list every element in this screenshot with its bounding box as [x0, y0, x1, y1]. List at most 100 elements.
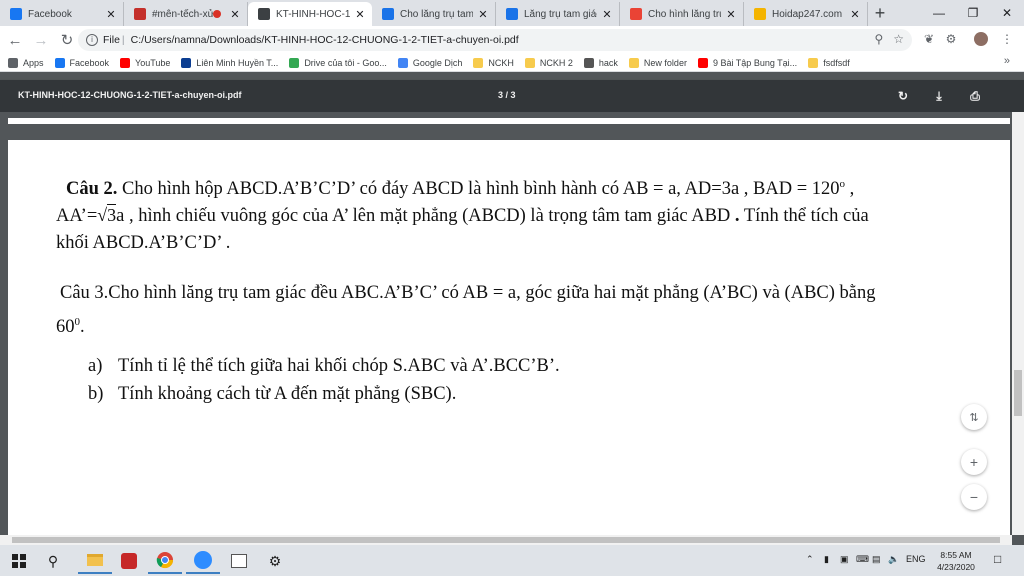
volume-icon[interactable]: 🔈: [888, 554, 899, 565]
video-icon: [134, 8, 146, 20]
windows-start-icon[interactable]: [2, 548, 36, 574]
part-a-label: a): [88, 356, 103, 376]
bookmark-label: Google Dịch: [412, 57, 463, 68]
rotate-icon[interactable]: ↻: [894, 87, 912, 105]
extension-icon-2[interactable]: ⚙: [942, 30, 960, 48]
bookmark-item[interactable]: NCKH: [473, 57, 514, 68]
hoc247-icon: [506, 8, 518, 20]
bookmark-item[interactable]: 9 Bài Tập Bung Tại...: [697, 57, 798, 68]
tab-title: Lăng trụ tam giác: [524, 8, 597, 20]
vertical-scrollbar[interactable]: [1012, 112, 1024, 535]
tray-keyboard-icon[interactable]: ⌨: [856, 554, 869, 565]
restore-button[interactable]: ❐: [956, 0, 990, 26]
recording-dot-icon: [213, 10, 221, 18]
tray-unikey-icon[interactable]: ▣: [840, 554, 849, 565]
browser-tab[interactable]: Facebook ✕: [0, 2, 124, 26]
question-2-label: Câu 2.: [66, 179, 118, 199]
bookmarks-overflow-button[interactable]: »: [1004, 55, 1010, 67]
bookmark-item[interactable]: Facebook: [54, 57, 109, 68]
pdf-viewer[interactable]: Câu 2. Cho hình hộp ABCD.A’B’C’D’ có đáy…: [0, 112, 1024, 535]
folder-icon: [473, 57, 484, 68]
download-icon[interactable]: ⤓: [930, 87, 948, 105]
unikey-icon[interactable]: [222, 548, 256, 574]
zoom-app-icon[interactable]: [186, 548, 220, 574]
fit-to-page-icon[interactable]: ⇅: [961, 404, 987, 430]
lol-icon: [181, 57, 192, 68]
close-window-button[interactable]: ✕: [990, 0, 1024, 26]
browser-tab[interactable]: #mên-tếch-xử ✕: [124, 2, 248, 26]
network-icon[interactable]: ▤: [872, 554, 881, 565]
hoc247-icon: [382, 8, 394, 20]
close-tab-icon[interactable]: ✕: [354, 8, 366, 21]
facebook-icon: [10, 8, 22, 20]
bookmark-item[interactable]: New folder: [628, 57, 687, 68]
close-tab-icon[interactable]: ✕: [105, 8, 117, 21]
settings-gear-icon[interactable]: ⚙: [258, 548, 292, 574]
back-arrow-icon[interactable]: ←: [4, 29, 26, 51]
horizontal-scroll-thumb[interactable]: [12, 537, 1000, 543]
tab-title: Cho hình lăng trụ: [648, 8, 721, 20]
pdf-title: KT-HINH-HOC-12-CHUONG-1-2-TIET-a-chuyen-…: [18, 90, 242, 100]
browser-tab[interactable]: KT-HINH-HOC-12- ✕: [248, 2, 372, 26]
close-tab-icon[interactable]: ✕: [477, 8, 489, 21]
clock[interactable]: 8:55 AM 4/23/2020: [926, 549, 986, 573]
tray-app-icon[interactable]: ▮: [824, 554, 829, 565]
windows-taskbar: ⚲ ⚙ ⌃ ▮ ▣ ⌨ ▤ 🔈 ENG 8:55 AM 4/23/2020 □: [0, 545, 1024, 576]
question-2-line-2: AA’=√3a , hình chiếu vuông góc của A’ lê…: [56, 203, 869, 229]
reload-icon[interactable]: ↻: [56, 29, 78, 51]
folder-icon: [628, 57, 639, 68]
browser-tab[interactable]: Hoidap247.com - ✕: [744, 2, 868, 26]
bookmark-item[interactable]: NCKH 2: [524, 57, 573, 68]
print-icon[interactable]: ⎙: [966, 87, 984, 105]
previous-page-bottom: [8, 118, 1010, 124]
bookmark-item[interactable]: Google Dịch: [397, 57, 463, 68]
zoom-icon[interactable]: ⚲: [874, 32, 883, 46]
forward-arrow-icon[interactable]: →: [30, 29, 52, 51]
search-icon[interactable]: ⚲: [36, 548, 70, 574]
part-a-text: Tính tỉ lệ thể tích giữa hai khối chóp S…: [118, 356, 560, 376]
chrome-icon[interactable]: [148, 548, 182, 574]
browser-tab[interactable]: Cho hình lăng trụ ✕: [620, 2, 744, 26]
info-icon[interactable]: i: [86, 34, 98, 46]
bookmark-label: 9 Bài Tập Bung Tại...: [712, 57, 798, 68]
vertical-scroll-thumb[interactable]: [1014, 370, 1022, 416]
folder-icon: [808, 57, 819, 68]
zoom-in-icon[interactable]: +: [961, 449, 987, 475]
browser-tab[interactable]: Cho lăng trụ tam g ✕: [372, 2, 496, 26]
close-tab-icon[interactable]: ✕: [601, 8, 613, 21]
bookmark-item[interactable]: Apps: [8, 57, 44, 68]
new-tab-button[interactable]: +: [868, 2, 892, 26]
bookmark-label: NCKH: [488, 57, 514, 68]
bookmark-item[interactable]: Drive của tôi - Goo...: [289, 57, 387, 68]
zoom-out-icon[interactable]: −: [961, 484, 987, 510]
close-tab-icon[interactable]: ✕: [849, 8, 861, 21]
close-tab-icon[interactable]: ✕: [229, 8, 241, 21]
extension-icon[interactable]: ❦: [920, 30, 938, 48]
sqrt-symbol: √3: [97, 204, 117, 225]
file-explorer-icon[interactable]: [78, 548, 112, 574]
game-app-icon[interactable]: [112, 548, 146, 574]
url-text[interactable]: C:/Users/namna/Downloads/KT-HINH-HOC-12-…: [131, 34, 519, 46]
bookmark-item[interactable]: YouTube: [120, 57, 170, 68]
address-bar[interactable]: i File | C:/Users/namna/Downloads/KT-HIN…: [78, 29, 912, 51]
profile-avatar[interactable]: [972, 30, 990, 48]
bookmark-item[interactable]: hack: [583, 57, 618, 68]
menu-kebab-icon[interactable]: ⋮: [998, 30, 1016, 48]
tab-title: Cho lăng trụ tam g: [400, 8, 473, 20]
q2-dot: .: [730, 206, 740, 226]
language-indicator[interactable]: ENG: [906, 554, 926, 564]
bookmark-star-icon[interactable]: ☆: [893, 32, 904, 46]
browser-tab[interactable]: Lăng trụ tam giác ✕: [496, 2, 620, 26]
notification-icon[interactable]: □: [994, 552, 1001, 566]
bookmark-item[interactable]: Liên Minh Huyền T...: [181, 57, 278, 68]
close-tab-icon[interactable]: ✕: [725, 8, 737, 21]
bookmark-item[interactable]: fsdfsdf: [808, 57, 850, 68]
tab-title: Hoidap247.com -: [772, 8, 845, 20]
q2-text-2: , hình chiếu vuông góc của A’ lên mặt ph…: [124, 206, 731, 226]
pdf-toolbar: KT-HINH-HOC-12-CHUONG-1-2-TIET-a-chuyen-…: [0, 80, 1024, 112]
tray-chevron-icon[interactable]: ⌃: [806, 554, 814, 565]
youtube-icon: [697, 57, 708, 68]
minimize-button[interactable]: —: [922, 0, 956, 26]
question-3-part-a: a) Tính tỉ lệ thể tích giữa hai khối chóp…: [88, 354, 560, 379]
google-icon: [630, 8, 642, 20]
